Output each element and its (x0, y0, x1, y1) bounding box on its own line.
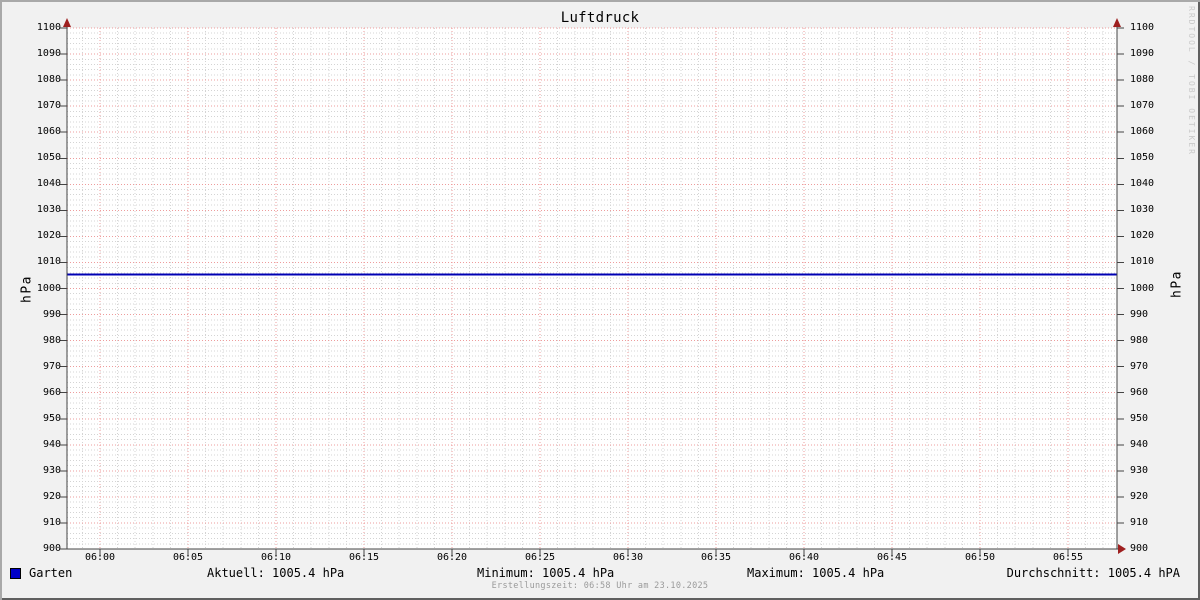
y-axis-tick-label-right: 940 (1130, 439, 1174, 451)
y-axis-tick-label-right: 1060 (1130, 126, 1174, 138)
y-axis-tick-label-right: 1030 (1130, 204, 1174, 216)
y-axis-tick-label-left: 1050 (17, 152, 61, 164)
x-axis-tick-label: 06:35 (694, 552, 738, 564)
y-axis-tick-label-right: 950 (1130, 413, 1174, 425)
y-axis-tick-label-right: 1100 (1130, 22, 1174, 34)
x-axis-tick-label: 06:10 (254, 552, 298, 564)
y-axis-tick-label-left: 1090 (17, 48, 61, 60)
rrdtool-graph-image: { "title": "Luftdruck", "watermark": "RR… (0, 0, 1200, 600)
y-axis-tick-label-left: 1040 (17, 178, 61, 190)
y-axis-tick-label-left: 1070 (17, 100, 61, 112)
y-axis-tick-label-right: 1080 (1130, 74, 1174, 86)
y-axis-tick-label-left: 910 (17, 517, 61, 529)
y-axis-tick-label-right: 920 (1130, 491, 1174, 503)
y-axis-tick-label-right: 1070 (1130, 100, 1174, 112)
y-axis-tick-label-right: 960 (1130, 387, 1174, 399)
x-axis-tick-label: 06:40 (782, 552, 826, 564)
stat-maximum: Maximum: 1005.4 hPa (747, 566, 884, 580)
x-axis-tick-label: 06:00 (78, 552, 122, 564)
legend-color-swatch (10, 568, 21, 579)
y-axis-tick-label-right: 1050 (1130, 152, 1174, 164)
y-axis-tick-label-left: 900 (17, 543, 61, 555)
y-axis-tick-label-left: 930 (17, 465, 61, 477)
rrdtool-watermark: RRDTOOL / TOBI OETIKER (1187, 6, 1196, 156)
stat-durchschnitt: Durchschnitt: 1005.4 hPA (1007, 566, 1180, 580)
x-axis-tick-label: 06:15 (342, 552, 386, 564)
y-axis-tick-label-left: 1030 (17, 204, 61, 216)
y-axis-tick-label-left: 990 (17, 309, 61, 321)
y-axis-tick-label-right: 990 (1130, 309, 1174, 321)
y-axis-tick-label-left: 980 (17, 335, 61, 347)
y-axis-tick-label-right: 910 (1130, 517, 1174, 529)
y-axis-tick-label-left: 940 (17, 439, 61, 451)
y-axis-tick-label-right: 1090 (1130, 48, 1174, 60)
y-axis-tick-label-right: 1020 (1130, 230, 1174, 242)
legend-series-label: Garten (29, 566, 72, 580)
y-axis-tick-label-right: 1000 (1130, 283, 1174, 295)
y-axis-tick-label-left: 950 (17, 413, 61, 425)
y-axis-tick-label-left: 1000 (17, 283, 61, 295)
x-axis-tick-label: 06:55 (1046, 552, 1090, 564)
x-axis-tick-label: 06:05 (166, 552, 210, 564)
x-axis-tick-label: 06:25 (518, 552, 562, 564)
y-axis-tick-label-right: 970 (1130, 361, 1174, 373)
y-axis-tick-label-right: 980 (1130, 335, 1174, 347)
stat-minimum: Minimum: 1005.4 hPa (477, 566, 614, 580)
y-axis-tick-label-left: 960 (17, 387, 61, 399)
y-axis-tick-label-right: 1040 (1130, 178, 1174, 190)
y-axis-tick-label-left: 1010 (17, 256, 61, 268)
x-axis-tick-label: 06:45 (870, 552, 914, 564)
x-axis-tick-label: 06:30 (606, 552, 650, 564)
y-axis-tick-label-left: 1020 (17, 230, 61, 242)
x-axis-tick-label: 06:50 (958, 552, 1002, 564)
y-axis-tick-label-right: 900 (1130, 543, 1174, 555)
x-axis-tick-label: 06:20 (430, 552, 474, 564)
creation-time: Erstellungszeit: 06:58 Uhr am 23.10.2025 (0, 581, 1200, 592)
y-axis-tick-label-left: 920 (17, 491, 61, 503)
y-axis-tick-label-left: 1100 (17, 22, 61, 34)
stat-aktuell: Aktuell: 1005.4 hPa (207, 566, 344, 580)
chart-grid-and-line (55, 14, 1133, 562)
y-axis-tick-label-left: 1060 (17, 126, 61, 138)
y-axis-tick-label-right: 930 (1130, 465, 1174, 477)
y-axis-tick-label-left: 1080 (17, 74, 61, 86)
y-axis-tick-label-right: 1010 (1130, 256, 1174, 268)
y-axis-tick-label-left: 970 (17, 361, 61, 373)
